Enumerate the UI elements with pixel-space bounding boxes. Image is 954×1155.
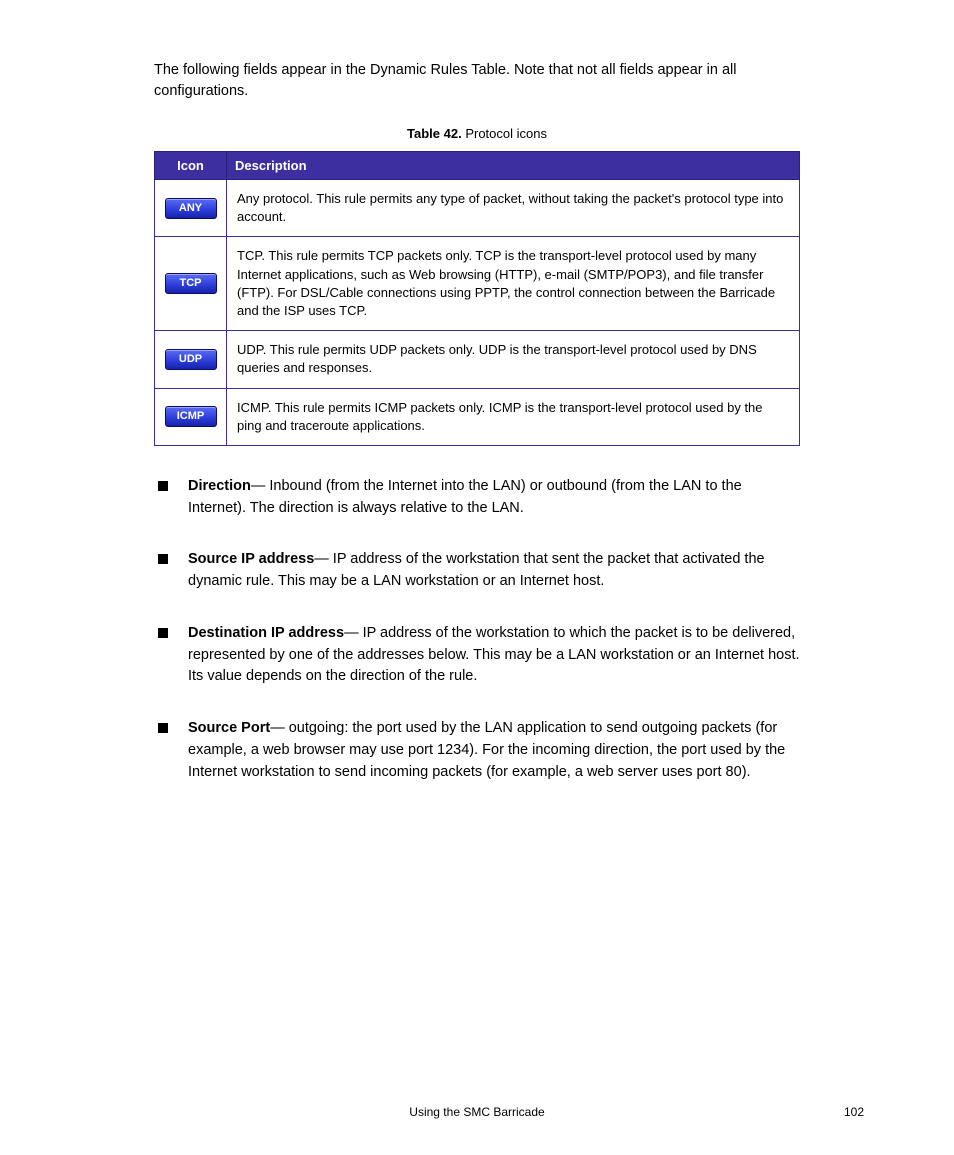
- list-item: Destination IP address— IP address of th…: [154, 623, 800, 688]
- definition-text: — Inbound (from the Internet into the LA…: [188, 478, 742, 516]
- tcp-protocol-icon: TCP: [165, 273, 217, 294]
- definition-text: — outgoing: the port used by the LAN app…: [188, 720, 785, 780]
- definition-term: Direction: [188, 478, 251, 494]
- table-row: ICMP ICMP. This rule permits ICMP packet…: [155, 388, 800, 445]
- footer-page-number: 102: [744, 1105, 864, 1119]
- table-cell-description: UDP. This rule permits UDP packets only.…: [227, 331, 800, 388]
- table-cell-description: ICMP. This rule permits ICMP packets onl…: [227, 388, 800, 445]
- table-header-description: Description: [227, 152, 800, 180]
- list-item: Source Port— outgoing: the port used by …: [154, 718, 800, 783]
- definition-term: Destination IP address: [188, 625, 344, 641]
- footer-left: [90, 1105, 210, 1119]
- table-caption-text: Protocol icons: [465, 126, 547, 141]
- table-cell-description: Any protocol. This rule permits any type…: [227, 180, 800, 237]
- protocol-icons-table: Icon Description ANY Any protocol. This …: [154, 151, 800, 446]
- field-definitions-list: Direction— Inbound (from the Internet in…: [154, 476, 800, 784]
- table-caption: Table 42. Protocol icons: [154, 126, 800, 141]
- icmp-protocol-icon: ICMP: [165, 406, 217, 427]
- table-cell-description: TCP. This rule permits TCP packets only.…: [227, 237, 800, 331]
- table-row: TCP TCP. This rule permits TCP packets o…: [155, 237, 800, 331]
- list-item: Direction— Inbound (from the Internet in…: [154, 476, 800, 520]
- table-header-icon: Icon: [155, 152, 227, 180]
- definition-term: Source IP address: [188, 551, 314, 567]
- lead-paragraph: The following fields appear in the Dynam…: [154, 60, 800, 102]
- table-caption-label: Table 42.: [407, 126, 462, 141]
- page-footer: Using the SMC Barricade 102: [90, 1105, 864, 1119]
- list-item: Source IP address— IP address of the wor…: [154, 549, 800, 593]
- table-row: UDP UDP. This rule permits UDP packets o…: [155, 331, 800, 388]
- footer-center: Using the SMC Barricade: [210, 1105, 744, 1119]
- udp-protocol-icon: UDP: [165, 349, 217, 370]
- any-protocol-icon: ANY: [165, 198, 217, 219]
- definition-term: Source Port: [188, 720, 270, 736]
- table-row: ANY Any protocol. This rule permits any …: [155, 180, 800, 237]
